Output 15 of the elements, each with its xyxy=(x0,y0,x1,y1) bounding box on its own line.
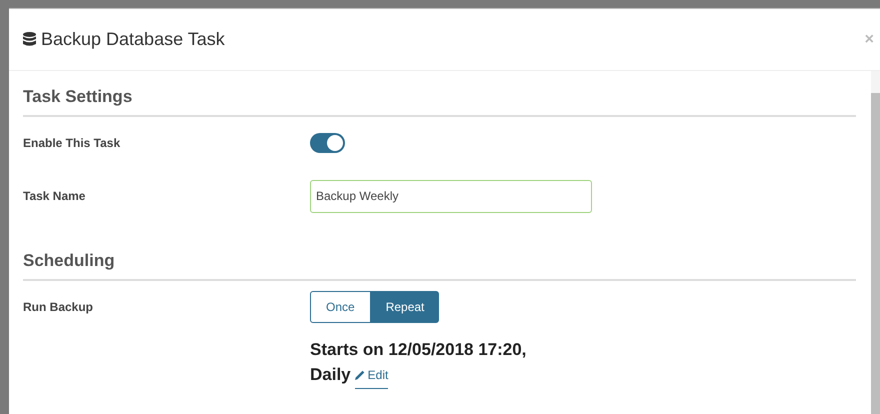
scrollbar[interactable] xyxy=(871,71,880,414)
section-heading: Scheduling xyxy=(23,235,856,281)
segment-button[interactable]: Once xyxy=(310,291,371,323)
toggle-switch[interactable] xyxy=(310,133,345,153)
schedule-summary: Starts on 12/05/2018 17:20, Daily Edit xyxy=(310,337,570,388)
database-icon xyxy=(23,32,36,47)
task-name-field[interactable]: Backup Weekly xyxy=(310,180,592,212)
dialog-title: Backup Database Task xyxy=(41,29,226,50)
section-heading: Task Settings xyxy=(23,71,856,117)
pencil-icon xyxy=(354,370,365,380)
field-label: Task Name xyxy=(23,189,86,203)
segment-button[interactable]: Repeat xyxy=(370,291,440,323)
field-label: Run Backup xyxy=(23,300,94,314)
field-label: Enable This Task xyxy=(23,136,122,150)
edit-link[interactable]: Edit xyxy=(354,362,388,388)
